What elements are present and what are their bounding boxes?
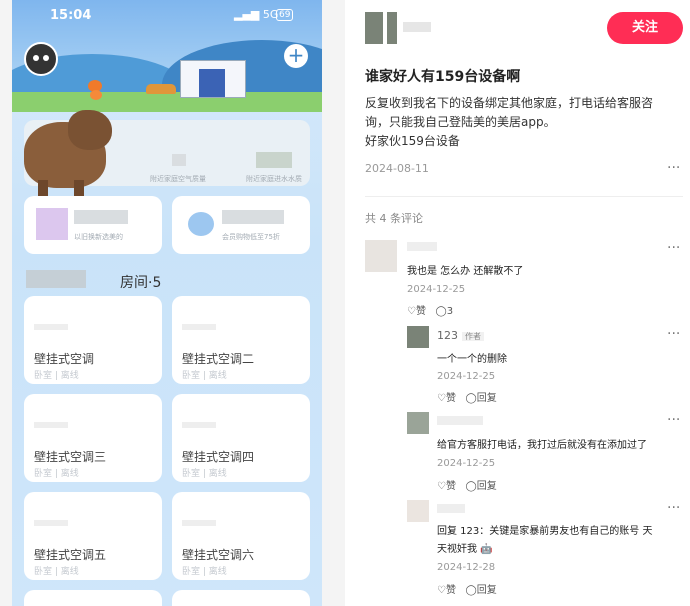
room-card[interactable]: 壁挂式空调五 卧室 | 离线 bbox=[24, 492, 162, 580]
water-quality-caption: 附近家庭进水水质 bbox=[246, 175, 302, 183]
status-time: 15:04 bbox=[50, 8, 92, 23]
device-name: 壁挂式空调 bbox=[34, 352, 95, 366]
post-title: 谁家好人有159台设备啊 bbox=[365, 69, 521, 85]
post-date: 2024-08-11 bbox=[365, 162, 429, 175]
device-name: 壁挂式空调四 bbox=[182, 450, 255, 464]
comment-text: 给官方客服打电话，我打过后就没有在添加过了 bbox=[437, 440, 647, 451]
more-icon[interactable]: ··· bbox=[667, 500, 680, 516]
room-card[interactable]: 壁挂式空调三 卧室 | 离线 bbox=[24, 394, 162, 482]
commenter-name[interactable] bbox=[437, 416, 483, 425]
device-status: 卧室 | 离线 bbox=[34, 469, 79, 479]
device-status: 卧室 | 离线 bbox=[182, 469, 227, 479]
like-button[interactable]: ♡赞 bbox=[437, 481, 456, 492]
promo-card-tradein[interactable]: 以旧换新选美的 bbox=[24, 196, 162, 254]
battery-icon: 69 bbox=[276, 9, 294, 21]
author-tag: 作者 bbox=[462, 332, 484, 341]
device-name: 壁挂式空调三 bbox=[34, 450, 107, 464]
device-status: 卧室 | 离线 bbox=[34, 371, 79, 381]
home-banner: 15:04 ▂▄▆ 5G 69 + bbox=[12, 0, 322, 112]
like-button[interactable]: ♡赞 bbox=[407, 306, 426, 317]
air-quality-caption: 附近家庭空气质量 bbox=[150, 175, 206, 183]
post-body-line: 反复收到我名下的设备绑定其他家庭，打电话给客服咨 bbox=[365, 96, 654, 110]
comment-text: 回复 123：关键是家暴前男友也有自己的账号 天 bbox=[437, 526, 653, 537]
room-card[interactable]: 壁挂式空调六 卧室 | 离线 bbox=[172, 492, 310, 580]
left-panel: 15:04 ▂▄▆ 5G 69 + 附近家庭空气质量 附近家庭进水水质 以旧换新… bbox=[0, 0, 345, 606]
commenter-avatar[interactable] bbox=[407, 412, 429, 434]
author-avatar[interactable] bbox=[365, 12, 397, 44]
comment-text: 我也是 怎么办 还解散不了 bbox=[407, 266, 524, 277]
comment-actions: ♡赞 ◯回复 bbox=[437, 389, 497, 404]
phone-screenshot: 15:04 ▂▄▆ 5G 69 + 附近家庭空气质量 附近家庭进水水质 以旧换新… bbox=[12, 0, 322, 606]
author-name-label: 123 bbox=[437, 329, 458, 342]
post-body-line: 询，只能我自己登陆美的美居app。 bbox=[365, 115, 556, 129]
comment-date: 2024-12-25 bbox=[437, 458, 496, 469]
commenter-avatar[interactable] bbox=[407, 326, 429, 348]
comment-actions: ♡赞 ◯3 bbox=[407, 302, 453, 317]
post-body-line: 好家伙159台设备 bbox=[365, 134, 460, 148]
reply-count-button[interactable]: ◯3 bbox=[436, 306, 454, 317]
capybara-sticker bbox=[24, 80, 114, 198]
follow-button[interactable]: 关注 bbox=[607, 12, 683, 44]
room-section-title: 房间·5 bbox=[120, 275, 162, 291]
gift-icon bbox=[188, 212, 214, 236]
post-body: 反复收到我名下的设备绑定其他家庭，打电话给客服咨 询，只能我自己登陆美的美居ap… bbox=[365, 94, 680, 151]
comment-count: 共 4 条评论 bbox=[365, 212, 423, 225]
divider bbox=[365, 196, 683, 197]
reply-button[interactable]: ◯回复 bbox=[466, 393, 497, 404]
room-card[interactable] bbox=[172, 590, 310, 606]
post-panel: 关注 谁家好人有159台设备啊 反复收到我名下的设备绑定其他家庭，打电话给客服咨… bbox=[345, 0, 690, 606]
reply-button[interactable]: ◯回复 bbox=[466, 481, 497, 492]
commenter-avatar[interactable] bbox=[365, 240, 397, 272]
device-name: 壁挂式空调二 bbox=[182, 352, 255, 366]
promo-card-member[interactable]: 会员购物低至75折 bbox=[172, 196, 310, 254]
commenter-avatar[interactable] bbox=[407, 500, 429, 522]
like-button[interactable]: ♡赞 bbox=[437, 585, 456, 596]
comment-date: 2024-12-28 bbox=[437, 562, 496, 573]
more-icon[interactable]: ··· bbox=[667, 326, 680, 342]
more-icon[interactable]: ··· bbox=[667, 412, 680, 428]
room-card[interactable]: 壁挂式空调四 卧室 | 离线 bbox=[172, 394, 310, 482]
like-button[interactable]: ♡赞 bbox=[437, 393, 456, 404]
assistant-icon[interactable] bbox=[24, 42, 58, 76]
commenter-name[interactable] bbox=[407, 242, 437, 251]
add-icon[interactable]: + bbox=[284, 44, 308, 68]
comment-actions: ♡赞 ◯回复 bbox=[437, 477, 497, 492]
commenter-name[interactable] bbox=[437, 504, 465, 513]
comment-date: 2024-12-25 bbox=[437, 371, 496, 382]
device-status: 卧室 | 离线 bbox=[182, 567, 227, 577]
more-icon[interactable]: ··· bbox=[667, 240, 680, 256]
car-illustration bbox=[146, 84, 176, 94]
comment-date: 2024-12-25 bbox=[407, 284, 466, 295]
room-card[interactable] bbox=[24, 590, 162, 606]
house-illustration bbox=[180, 60, 246, 98]
comment-text-continued: 天视奸我 🤖 bbox=[437, 544, 493, 555]
device-status: 卧室 | 离线 bbox=[182, 371, 227, 381]
status-bar: 15:04 ▂▄▆ 5G 69 bbox=[12, 6, 322, 28]
reply-button[interactable]: ◯回复 bbox=[466, 585, 497, 596]
promo-caption: 会员购物低至75折 bbox=[222, 233, 280, 241]
device-status: 卧室 | 离线 bbox=[34, 567, 79, 577]
promo-caption: 以旧换新选美的 bbox=[74, 233, 123, 241]
author-name[interactable] bbox=[403, 22, 431, 32]
more-icon[interactable]: ··· bbox=[667, 160, 680, 176]
room-card[interactable]: 壁挂式空调 卧室 | 离线 bbox=[24, 296, 162, 384]
room-card[interactable]: 壁挂式空调二 卧室 | 离线 bbox=[172, 296, 310, 384]
device-name: 壁挂式空调五 bbox=[34, 548, 107, 562]
comment-text: 一个一个的删除 bbox=[437, 354, 507, 365]
commenter-name[interactable]: 123 作者 bbox=[437, 329, 484, 342]
signal-indicator: ▂▄▆ 5G bbox=[234, 8, 279, 21]
comment-actions: ♡赞 ◯回复 bbox=[437, 581, 497, 596]
device-name: 壁挂式空调六 bbox=[182, 548, 255, 562]
